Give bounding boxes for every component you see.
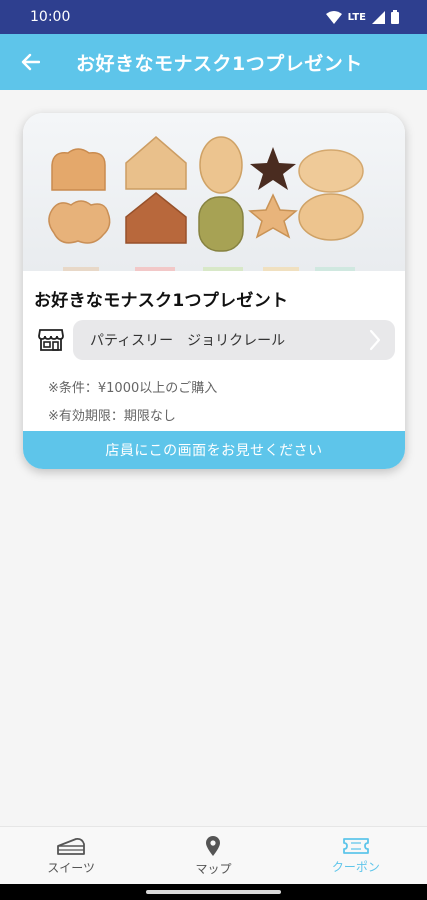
map-pin-icon [206,835,221,856]
condition-expiry: ※有効期限：期限なし [48,409,176,424]
coupon-footer: 店員にこの画面をお見せください [23,431,405,469]
back-button[interactable] [0,34,60,90]
status-time: 10:00 [30,9,71,25]
nav-coupon-label: クーポン [331,859,380,874]
main-content: お好きなモナスク1つプレゼント パティスリー ジョリクレール ※条件：¥1000… [0,90,427,826]
store-icon [33,322,69,358]
bottom-navigation: スイーツ マップ クーポン [0,826,427,884]
cookies-illustration [48,136,364,271]
home-gesture-handle[interactable] [146,890,281,894]
shop-link-button[interactable]: パティスリー ジョリクレール [73,320,395,360]
coupon-title: お好きなモナスク1つプレゼント [34,291,289,311]
network-label: LTE [347,11,366,23]
signal-icon [372,10,385,24]
ticket-icon [342,837,369,854]
nav-sweets-label: スイーツ [47,860,96,875]
battery-icon [391,10,399,24]
wifi-icon [325,10,342,24]
shop-name: パティスリー ジョリクレール [90,333,286,349]
nav-map[interactable]: マップ [142,827,284,884]
shop-row: パティスリー ジョリクレール [33,319,395,361]
cake-icon [57,837,86,855]
status-bar: 10:00 LTE [0,0,427,34]
status-icons: LTE [325,10,399,24]
nav-coupon[interactable]: クーポン [285,827,427,884]
condition-purchase: ※条件：¥1000以上のご購入 [48,381,218,396]
coupon-image [23,113,405,271]
chevron-right-icon [369,329,381,351]
nav-map-label: マップ [195,861,232,876]
coupon-conditions: ※条件：¥1000以上のご購入 ※有効期限：期限なし [48,375,217,431]
arrow-left-icon [21,53,40,71]
coupon-card: お好きなモナスク1つプレゼント パティスリー ジョリクレール ※条件：¥1000… [23,113,405,469]
page-title: お好きなモナスク1つプレゼント [76,52,363,75]
app-bar: お好きなモナスク1つプレゼント [0,34,427,90]
nav-sweets[interactable]: スイーツ [0,827,142,884]
system-gesture-bar [0,884,427,900]
